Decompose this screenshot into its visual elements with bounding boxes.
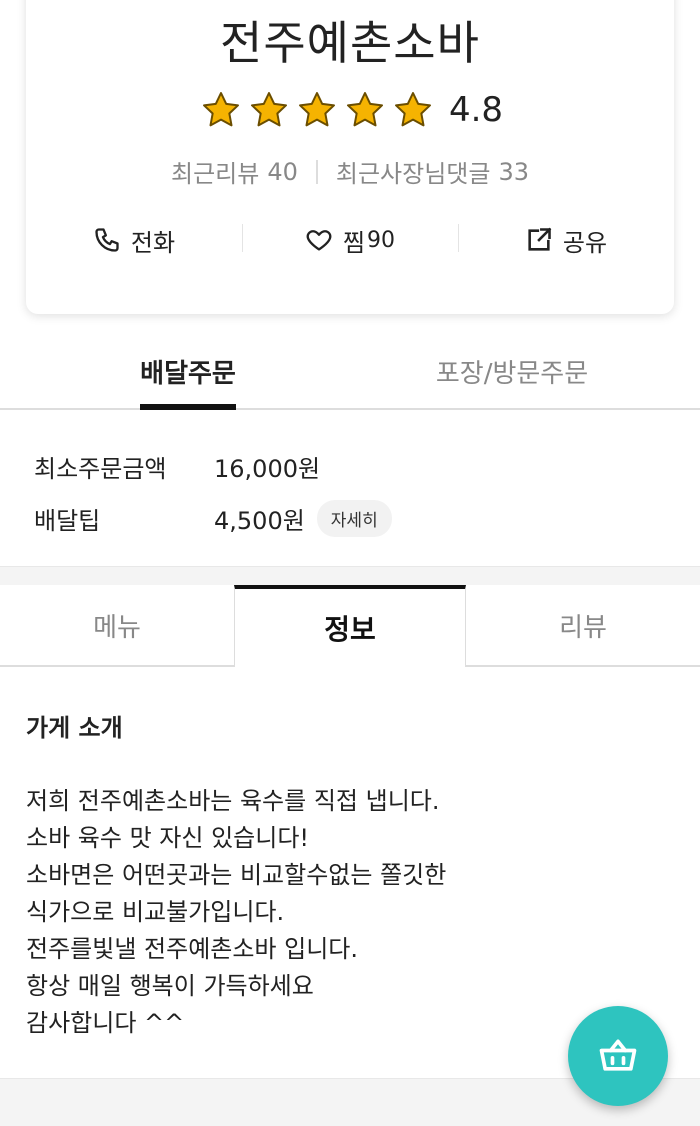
tab-menu[interactable]: 메뉴 bbox=[0, 585, 234, 667]
intro-line: 항상 매일 행복이 가득하세요 bbox=[26, 972, 314, 1000]
owner-replies-label[interactable]: 최근사장님댓글 bbox=[336, 154, 491, 189]
intro-line: 감사합니다 ^^ bbox=[26, 1009, 185, 1037]
owner-replies-count: 33 bbox=[498, 157, 529, 186]
rating-row: 4.8 bbox=[26, 90, 674, 130]
order-type-tabs: 배달주문 포장/방문주문 bbox=[0, 342, 700, 410]
delivery-tip-label: 배달팁 bbox=[34, 506, 101, 535]
delivery-info: 최소주문금액 16,000원 배달팁 4,500원 자세히 bbox=[34, 440, 674, 544]
star-icon bbox=[202, 92, 239, 127]
cart-button[interactable] bbox=[568, 1006, 668, 1106]
star-icon bbox=[298, 92, 335, 127]
basket-icon bbox=[599, 1039, 637, 1071]
favorite-label: 찜 bbox=[342, 228, 366, 257]
favorite-count: 90 bbox=[367, 227, 396, 253]
store-header-card: 전주예촌소바 4.8 최근리뷰 40 최근사장님댓글 33 전화 찜 90 공유 bbox=[26, 0, 674, 314]
min-order-value: 16,000원 bbox=[214, 454, 321, 483]
heart-icon bbox=[306, 230, 332, 251]
star-icon bbox=[394, 92, 431, 127]
intro-line: 저희 전주예촌소바는 육수를 직접 냅니다. bbox=[26, 787, 440, 815]
store-actions: 전화 찜 90 공유 bbox=[26, 216, 674, 264]
favorite-button[interactable]: 찜 90 bbox=[242, 216, 458, 264]
share-label: 공유 bbox=[562, 228, 608, 257]
star-icon bbox=[250, 92, 287, 127]
intro-line: 전주를빛낼 전주예촌소바 입니다. bbox=[26, 935, 359, 963]
intro-line: 소바면은 어떤곳과는 비교할수없는 쫄깃한 bbox=[26, 861, 447, 889]
intro-line: 소바 육수 맛 자신 있습니다! bbox=[26, 824, 310, 852]
intro-text: 저희 전주예촌소바는 육수를 직접 냅니다. 소바 육수 맛 자신 있습니다! … bbox=[26, 784, 666, 1043]
tab-review[interactable]: 리뷰 bbox=[466, 585, 700, 667]
review-stats: 최근리뷰 40 최근사장님댓글 33 bbox=[26, 154, 674, 189]
delivery-tip-row: 배달팁 4,500원 자세히 bbox=[34, 492, 674, 544]
intro-line: 식가으로 비교불가입니다. bbox=[26, 898, 285, 926]
share-icon bbox=[528, 227, 552, 251]
tab-pickup[interactable]: 포장/방문주문 bbox=[420, 342, 604, 410]
recent-reviews-count: 40 bbox=[267, 157, 298, 186]
delivery-tip-value: 4,500원 bbox=[214, 506, 305, 535]
min-order-label: 최소주문금액 bbox=[34, 454, 167, 483]
store-content-tabs: 메뉴 정보 리뷰 bbox=[0, 585, 700, 667]
call-button[interactable]: 전화 bbox=[26, 216, 242, 264]
tab-info[interactable]: 정보 bbox=[234, 585, 466, 667]
rating-value: 4.8 bbox=[448, 90, 504, 130]
star-icon bbox=[346, 92, 383, 127]
section-divider bbox=[0, 566, 700, 586]
store-name: 전주예촌소바 bbox=[220, 16, 480, 70]
intro-title: 가게 소개 bbox=[26, 714, 123, 742]
phone-icon bbox=[95, 228, 119, 252]
min-order-row: 최소주문금액 16,000원 bbox=[34, 440, 674, 492]
store-intro: 가게 소개 저희 전주예촌소바는 육수를 직접 냅니다. 소바 육수 맛 자신 … bbox=[26, 708, 666, 1043]
recent-reviews-label[interactable]: 최근리뷰 bbox=[171, 154, 259, 189]
tip-detail-button[interactable]: 자세히 bbox=[316, 499, 392, 537]
tab-delivery[interactable]: 배달주문 bbox=[140, 342, 236, 410]
stats-divider bbox=[315, 159, 318, 184]
call-label: 전화 bbox=[130, 228, 176, 257]
share-button[interactable]: 공유 bbox=[458, 216, 674, 264]
